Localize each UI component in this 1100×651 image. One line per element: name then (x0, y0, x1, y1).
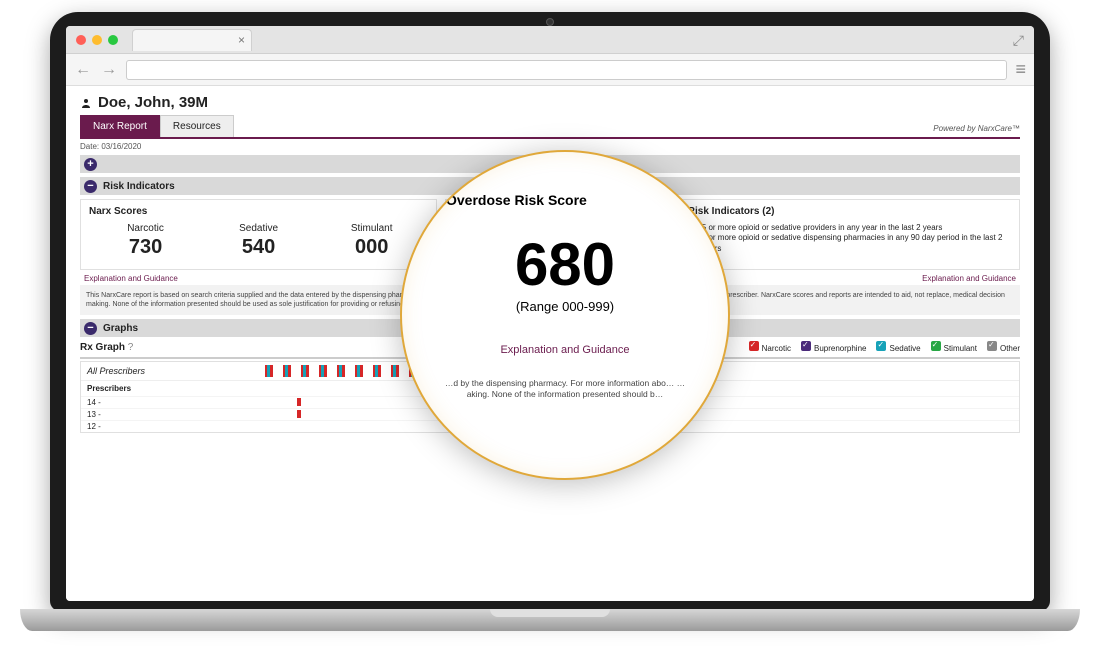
browser-tab[interactable]: × (132, 29, 252, 51)
laptop-base (20, 609, 1080, 631)
browser-toolbar: ← → ≡ (66, 54, 1034, 86)
close-window-icon[interactable] (76, 35, 86, 45)
guidance-link[interactable]: Explanation and Guidance (84, 274, 178, 283)
laptop-notch (490, 609, 610, 617)
rx-graph-title: Rx Graph ? (80, 342, 133, 353)
magnifier-guidance-link[interactable]: Explanation and Guidance (500, 344, 629, 356)
card-title: Risk Indicators (2) (688, 206, 1011, 217)
window-controls (66, 35, 118, 45)
sedative-score: Sedative 540 (202, 223, 315, 259)
section-title: Graphs (103, 323, 138, 334)
legend-sedative[interactable]: Sedative (876, 341, 920, 353)
narcotic-score: Narcotic 730 (89, 223, 202, 259)
patient-header: Doe, John, 39M (80, 94, 1020, 111)
section-title: Risk Indicators (103, 181, 175, 192)
magnifier-score: 680 (515, 230, 615, 299)
collapse-icon[interactable]: − (84, 322, 97, 335)
report-tabs: Narx Report Resources Powered by NarxCar… (80, 115, 1020, 139)
magnifier-disclaimer: …d by the dispensing pharmacy. For more … (428, 378, 702, 400)
legend-buprenorphine[interactable]: Buprenorphine (801, 341, 866, 353)
risk-indicator-item: 5 or more opioid or sedative providers i… (702, 223, 1011, 233)
guidance-link[interactable]: Explanation and Guidance (922, 274, 1016, 283)
magnifier-range: (Range 000-999) (516, 299, 614, 314)
help-icon[interactable]: ? (128, 342, 134, 353)
browser-tabbar: × ⤢ (66, 26, 1034, 54)
narx-scores-card: Narx Scores Narcotic 730 Sedative 540 St… (80, 199, 437, 270)
expand-all-icon[interactable]: + (84, 158, 97, 171)
person-icon (80, 97, 92, 109)
risk-indicator-item: 4 or more opioid or sedative dispensing … (702, 233, 1011, 254)
back-button[interactable]: ← (74, 61, 92, 79)
collapse-icon[interactable]: − (84, 180, 97, 193)
maximize-window-icon[interactable] (108, 35, 118, 45)
menu-icon[interactable]: ≡ (1015, 59, 1026, 80)
magnifier-callout: Overdose Risk Score 680 (Range 000-999) … (400, 150, 730, 480)
rx-legend: Narcotic Buprenorphine Sedative Stimulan… (749, 341, 1020, 353)
minimize-window-icon[interactable] (92, 35, 102, 45)
forward-button[interactable]: → (100, 61, 118, 79)
tab-narx-report[interactable]: Narx Report (80, 115, 160, 137)
legend-narcotic[interactable]: Narcotic (749, 341, 791, 353)
patient-name: Doe, John, 39M (98, 94, 208, 111)
legend-other[interactable]: Other (987, 341, 1020, 353)
risk-indicators-card: Risk Indicators (2) 5 or more opioid or … (679, 199, 1020, 270)
address-bar[interactable] (126, 60, 1007, 80)
tab-resources[interactable]: Resources (160, 115, 234, 137)
magnifier-title: Overdose Risk Score (446, 192, 587, 208)
card-title: Narx Scores (89, 206, 428, 217)
legend-stimulant[interactable]: Stimulant (931, 341, 977, 353)
powered-by-label: Powered by NarxCare™ (933, 124, 1020, 133)
tab-close-icon[interactable]: × (238, 33, 245, 47)
webcam-dot (546, 18, 554, 26)
fullscreen-icon[interactable]: ⤢ (1013, 32, 1024, 49)
